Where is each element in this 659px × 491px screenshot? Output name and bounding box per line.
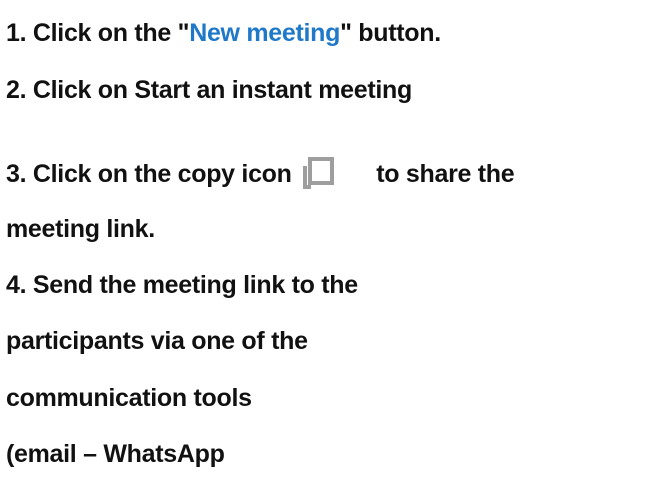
step-4-text-2: participants via one of the — [6, 327, 308, 355]
step-4-text-1: 4. Send the meeting link to the — [6, 271, 358, 299]
instructions-document: 1. Click on the "New meeting" button. 2.… — [0, 0, 659, 491]
step-2-line: 2. Click on Start an instant meeting — [6, 74, 412, 106]
step-4-line-2: participants via one of the — [6, 325, 308, 357]
step-3-continuation-text: meeting link. — [6, 215, 155, 243]
step-3-line: 3. Click on the copy icon to share the — [6, 157, 515, 191]
new-meeting-button-name: New meeting — [189, 19, 341, 47]
step-1-suffix: " button. — [340, 19, 441, 47]
step-1-prefix: 1. Click on the " — [6, 19, 190, 47]
step-4-line-3: communication tools — [6, 382, 252, 414]
step-2-text: 2. Click on Start an instant meeting — [6, 76, 412, 104]
step-3-continuation: meeting link. — [6, 213, 155, 245]
step-4-line-4: (email – WhatsApp — [6, 438, 225, 470]
step-3-prefix: 3. Click on the copy icon — [6, 160, 292, 188]
step-4-text-4: (email – WhatsApp — [6, 440, 225, 468]
step-3-suffix: to share the — [376, 160, 515, 188]
step-4-text-3: communication tools — [6, 384, 252, 412]
copy-icon — [300, 157, 335, 191]
step-4-line-1: 4. Send the meeting link to the — [6, 269, 358, 301]
step-1-line: 1. Click on the "New meeting" button. — [6, 17, 441, 49]
